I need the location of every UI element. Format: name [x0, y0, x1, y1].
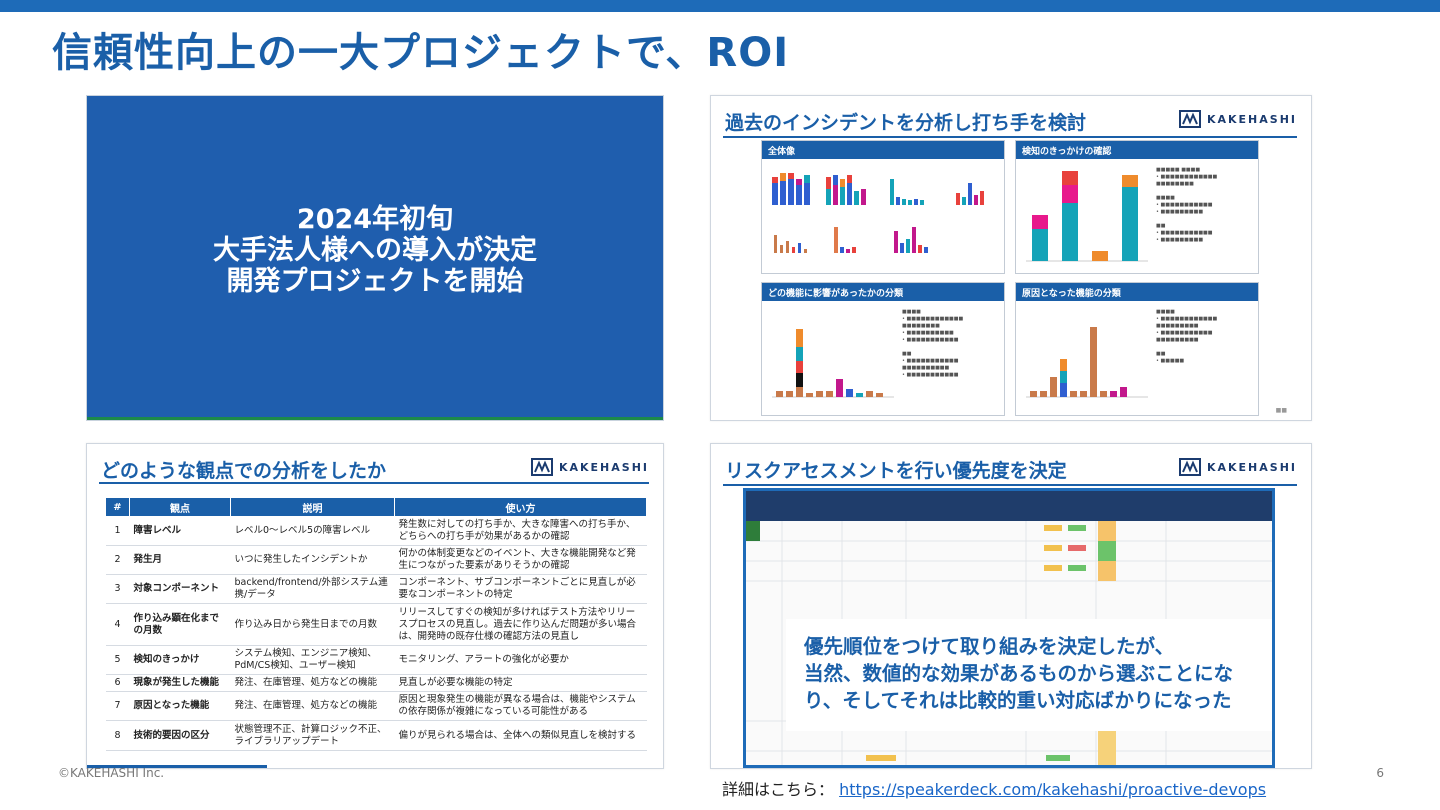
- row-usage: 偏りが見られる場合は、全体への類似見直しを検討する: [394, 720, 647, 751]
- overview-mini-charts: [772, 173, 984, 253]
- risk-assessment-title: リスクアセスメントを行い優先度を決定: [725, 460, 1067, 482]
- row-number: 8: [105, 720, 130, 751]
- tile-impacted-feature: どの機能に影響があったかの分類 ■■■■ • ■■■■■■■■■■■■ ■■■■■■…: [761, 282, 1005, 416]
- table-row: 8 技術的要因の区分 状態管理不正、計算ロジック不正、ライブラリアップデート 偏りが見…: [105, 720, 647, 751]
- kakehashi-logo-text: KAKEHASHI: [1206, 460, 1297, 474]
- row-number: 4: [105, 603, 130, 646]
- spreadsheet-header: [746, 491, 1272, 521]
- row-perspective: 対象コンポーネント: [129, 574, 231, 604]
- cause-feature-notes: ■■■■ • ■■■■■■■■■■■■ ■■■■■■■■■ • ■■■■■■■■■■■…: [1156, 309, 1218, 364]
- tile-cause-feature-header: 原因となった機能の分類: [1016, 283, 1258, 301]
- slide-title: 信頼性向上の一大プロジェクトで、ROI: [52, 30, 790, 76]
- row-perspective: 障害レベル: [129, 516, 231, 546]
- row-description: backend/frontend/外部システム連携/データ: [230, 574, 395, 604]
- speakerdeck-link[interactable]: https://speakerdeck.com/kakehashi/proact…: [839, 780, 1266, 799]
- impacted-feature-mini-chart: [772, 329, 894, 398]
- priority-note-overlay: 優先順位をつけて取り組みを決定したが、 当然、数値的な効果があるものから選ぶこと…: [786, 619, 1272, 731]
- detection-mini-chart: [1026, 171, 1148, 262]
- row-description: システム検知、エンジニア検知、PdM/CS検知、ユーザー検知: [230, 645, 395, 675]
- tile-overview: 全体像: [761, 140, 1005, 274]
- row-perspective: 検知のきっかけ: [129, 645, 231, 675]
- table-row: 6 現象が発生した機能 発注、在庫管理、処方などの機能 見直しが必要な機能の特定: [105, 674, 647, 692]
- row-usage: 原因と現象発生の機能が異なる場合は、機能やシステムの依存関係が複雑になっている可…: [394, 691, 647, 721]
- table-row: 5 検知のきっかけ システム検知、エンジニア検知、PdM/CS検知、ユーザー検知 モニ…: [105, 645, 647, 675]
- tile-detection-trigger-header: 検知のきっかけの確認: [1016, 141, 1258, 159]
- row-description: レベル0〜レベル5の障害レベル: [230, 516, 395, 546]
- tile-detection-trigger: 検知のきっかけの確認 ■■■■■ ■■■■ • ■■■■■■■■■■■■ ■■■■■…: [1015, 140, 1259, 274]
- risk-spreadsheet-screenshot: 優先順位をつけて取り組みを決定したが、 当然、数値的な効果があるものから選ぶこと…: [743, 488, 1275, 768]
- col-header-usage: 使い方: [394, 497, 647, 517]
- row-description: 発注、在庫管理、処方などの機能: [230, 674, 395, 692]
- row-usage: コンポーネント、サブコンポーネントごとに見直しが必要なコンポーネントの特定: [394, 574, 647, 604]
- row-description: 作り込み日から発生日までの月数: [230, 603, 395, 646]
- kakehashi-logo: KAKEHASHI: [530, 458, 649, 476]
- details-link-row: 詳細はこちら： https://speakerdeck.com/kakehash…: [722, 776, 1266, 800]
- row-number: 7: [105, 691, 130, 721]
- analysis-perspective-slide: どのような観点での分析をしたか KAKEHASHI # 観点 説明 使い方 1障…: [86, 443, 664, 769]
- table-row: 7 原因となった機能 発注、在庫管理、処方などの機能 原因と現象発生の機能が異なる場合…: [105, 691, 647, 721]
- incident-analysis-title: 過去のインシデントを分析し打ち手を検討: [725, 112, 1087, 134]
- analysis-perspective-title: どのような観点での分析をしたか: [101, 460, 387, 482]
- row-number: 1: [105, 516, 130, 546]
- kakehashi-logo-icon: [1178, 110, 1201, 128]
- row-number: 2: [105, 545, 130, 575]
- tile-cause-feature: 原因となった機能の分類 ■■■■ • ■■■■■■■■■■■■ ■■■■■■■■■ •…: [1015, 282, 1259, 416]
- kakehashi-logo-icon: [530, 458, 553, 476]
- page-number: 6: [1376, 766, 1384, 780]
- row-perspective: 発生月: [129, 545, 231, 575]
- row-perspective: 原因となった機能: [129, 691, 231, 721]
- title-underline: [99, 482, 649, 484]
- row-perspective: 技術的要因の区分: [129, 720, 231, 751]
- row-usage: 何かの体制変更などのイベント、大きな機能開発など発生につながった要素がありそうか…: [394, 545, 647, 575]
- slide-bottom-stripe: [87, 417, 663, 420]
- priority-note-line-2: 当然、数値的な効果があるものから選ぶことにな: [804, 662, 1234, 685]
- table-row: 3 対象コンポーネント backend/frontend/外部システム連携/データコ…: [105, 574, 647, 604]
- copyright-text: ©KAKEHASHI Inc.: [58, 766, 165, 780]
- kakehashi-logo-text: KAKEHASHI: [1206, 112, 1297, 126]
- impacted-feature-notes: ■■■■ • ■■■■■■■■■■■■ ■■■■■■■■ • ■■■■■■■■■■ • …: [902, 309, 964, 378]
- title-underline: [723, 136, 1297, 138]
- tile-overview-header: 全体像: [762, 141, 1004, 159]
- row-perspective: 現象が発生した機能: [129, 674, 231, 692]
- row-number: 3: [105, 574, 130, 604]
- project-start-line-1: 2024年初旬: [296, 204, 454, 235]
- tile-impacted-feature-header: どの機能に影響があったかの分類: [762, 283, 1004, 301]
- col-header-perspective: 観点: [129, 497, 231, 517]
- project-start-slide: 2024年初旬 大手法人様への導入が決定 開発プロジェクトを開始: [86, 95, 664, 421]
- title-underline: [723, 484, 1297, 486]
- row-description: 発注、在庫管理、処方などの機能: [230, 691, 395, 721]
- row-description: いつに発生したインシデントか: [230, 545, 395, 575]
- risk-assessment-slide: リスクアセスメントを行い優先度を決定 KAKEHASHI 優先順位をつけて取り組…: [710, 443, 1312, 769]
- kakehashi-logo-text: KAKEHASHI: [558, 460, 649, 474]
- col-header-number: #: [105, 497, 130, 517]
- row-usage: 見直しが必要な機能の特定: [394, 674, 647, 692]
- top-accent-bar: [0, 0, 1440, 12]
- row-usage: リリースしてすぐの検知が多ければテスト方法やリリースプロセスの見直し。過去に作り…: [394, 603, 647, 646]
- table-row: 2 発生月 いつに発生したインシデントか 何かの体制変更などのイベント、大きな機能開発…: [105, 545, 647, 575]
- table-row: 4 作り込み顕在化までの月数 作り込み日から発生日までの月数 リリースしてすぐの検知が…: [105, 603, 647, 646]
- kakehashi-logo: KAKEHASHI: [1178, 458, 1297, 476]
- kakehashi-logo-icon: [1178, 458, 1201, 476]
- details-label: 詳細はこちら：: [722, 780, 835, 799]
- project-start-text: 2024年初旬 大手法人様への導入が決定 開発プロジェクトを開始: [87, 204, 663, 297]
- row-usage: モニタリング、アラートの強化が必要か: [394, 645, 647, 675]
- row-perspective: 作り込み顕在化までの月数: [129, 603, 231, 646]
- table-header-row: # 観点 説明 使い方: [105, 497, 647, 517]
- priority-note-line-3: り、そしてそれは比較的重い対応ばかりになった: [804, 689, 1232, 712]
- row-number: 5: [105, 645, 130, 675]
- cause-feature-mini-chart: [1026, 327, 1148, 398]
- kakehashi-logo: KAKEHASHI: [1178, 110, 1297, 128]
- row-number: 6: [105, 674, 130, 692]
- analysis-perspective-table: # 観点 説明 使い方 1 障害レベル レベル0〜レベル5の障害レベル 発生数に対して…: [105, 497, 647, 751]
- row-usage: 発生数に対しての打ち手か、大きな障害への打ち手か、どちらへの打ち手が効果があるか…: [394, 516, 647, 546]
- project-start-line-3: 開発プロジェクトを開始: [226, 266, 524, 297]
- incident-analysis-slide: 過去のインシデントを分析し打ち手を検討 KAKEHASHI 全体像 検知のきっか…: [710, 95, 1312, 421]
- row-description: 状態管理不正、計算ロジック不正、ライブラリアップデート: [230, 720, 395, 751]
- table-row: 1 障害レベル レベル0〜レベル5の障害レベル 発生数に対しての打ち手か、大きな障害へ…: [105, 516, 647, 546]
- col-header-description: 説明: [230, 497, 395, 517]
- mini-page-number: ■■: [1275, 407, 1287, 414]
- priority-note-line-1: 優先順位をつけて取り組みを決定したが、: [804, 635, 1175, 658]
- project-start-line-2: 大手法人様への導入が決定: [213, 235, 537, 266]
- detection-notes: ■■■■■ ■■■■ • ■■■■■■■■■■■■ ■■■■■■■■ ■■■■ • ■■…: [1156, 167, 1218, 243]
